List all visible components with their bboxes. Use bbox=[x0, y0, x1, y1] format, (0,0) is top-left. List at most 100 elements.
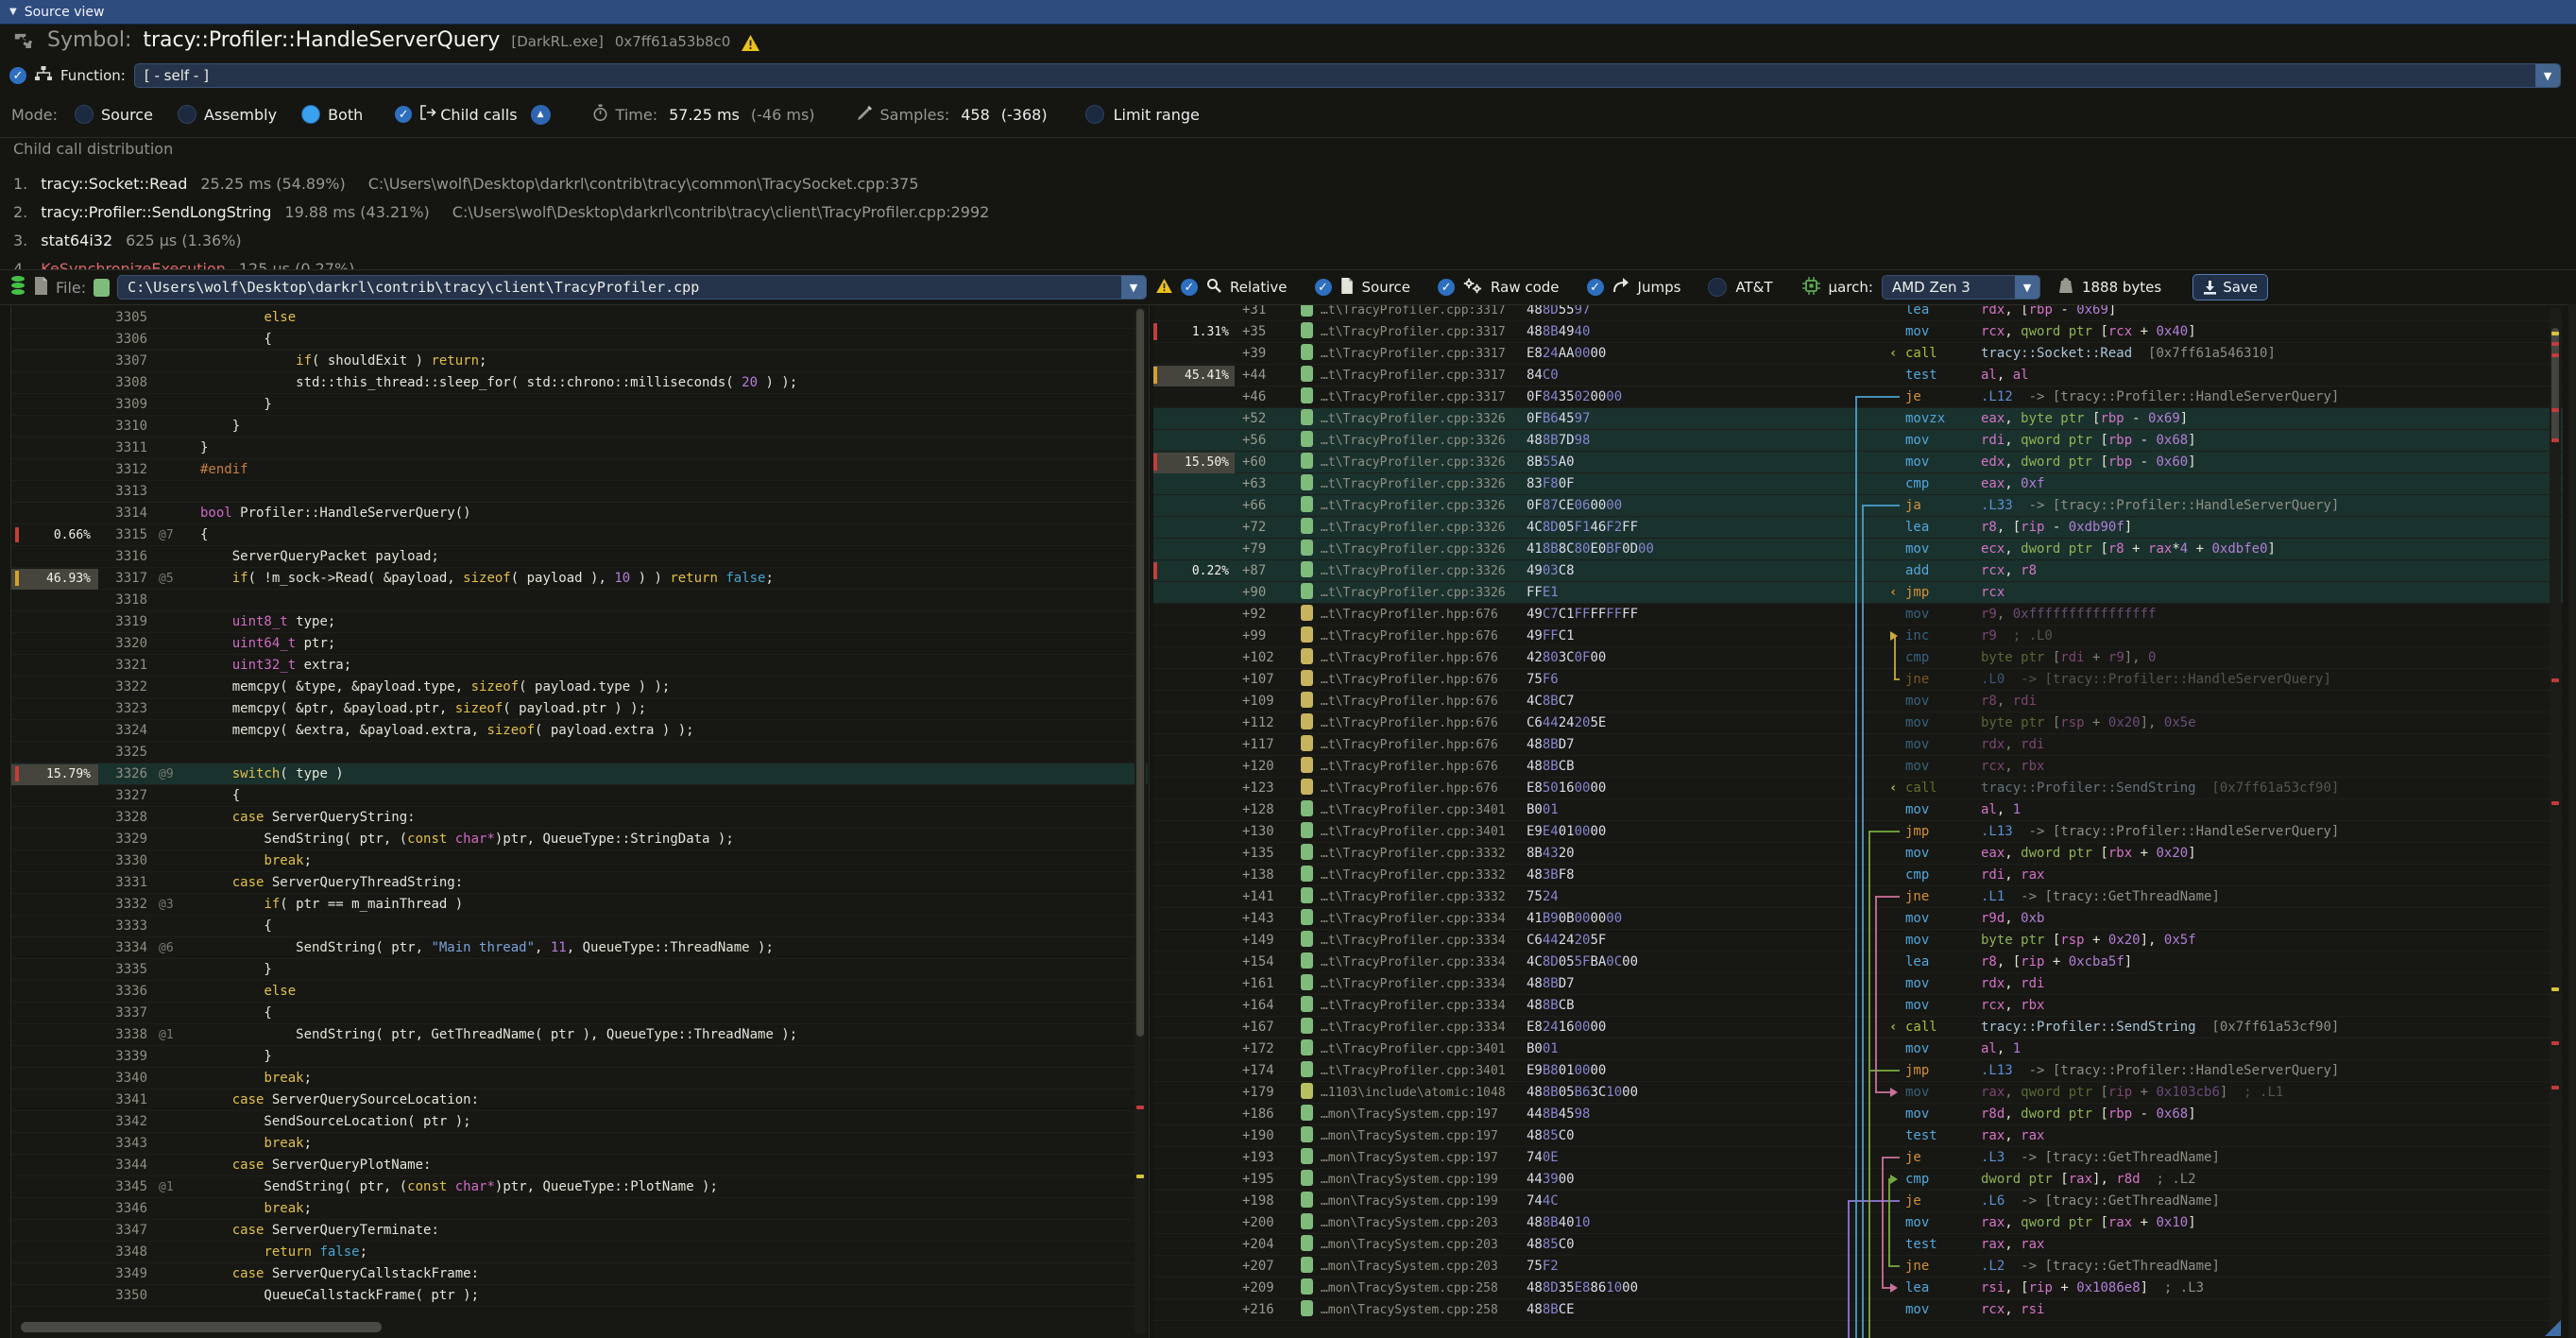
asm-instruction-row[interactable]: +190…mon\TracySystem.cpp:1974885C0testra… bbox=[1153, 1125, 2563, 1147]
radio-both[interactable] bbox=[301, 105, 320, 124]
chevron-down-icon[interactable]: ▼ bbox=[1121, 276, 1146, 299]
uarch-select[interactable]: AMD Zen 3 ▼ bbox=[1882, 275, 2040, 300]
asm-instruction-row[interactable]: +46…t\TracyProfiler.cpp:33170F8435020000… bbox=[1153, 386, 2563, 408]
source-line-row[interactable]: 3349 case ServerQueryCallstackFrame: bbox=[11, 1263, 1148, 1285]
asm-instruction-row[interactable]: +198…mon\TracySystem.cpp:199744Cje.L6 ->… bbox=[1153, 1191, 2563, 1212]
source-line-row[interactable]: 3311} bbox=[11, 437, 1148, 459]
asm-instruction-row[interactable]: +92…t\TracyProfiler.hpp:67649C7C1FFFFFFF… bbox=[1153, 604, 2563, 626]
asm-instruction-row[interactable]: 1.31%+35…t\TracyProfiler.cpp:3317488B494… bbox=[1153, 321, 2563, 343]
assembly-vertical-scrollbar[interactable] bbox=[2550, 307, 2561, 1334]
source-checkbox[interactable]: ✓ bbox=[1315, 279, 1332, 296]
source-line-row[interactable]: 3336 else bbox=[11, 981, 1148, 1003]
function-select[interactable]: [ - self - ] ▼ bbox=[134, 63, 2561, 88]
source-line-row[interactable]: 3338@1 SendString( ptr, GetThreadName( p… bbox=[11, 1024, 1148, 1046]
source-line-row[interactable]: 3330 break; bbox=[11, 850, 1148, 872]
limit-range-checkbox[interactable]: ✓ bbox=[1085, 105, 1104, 124]
source-line-row[interactable]: 3318 bbox=[11, 590, 1148, 611]
source-line-row[interactable]: 0.66%3315@7{ bbox=[11, 524, 1148, 546]
function-checkbox[interactable]: ✓ bbox=[9, 67, 26, 84]
asm-instruction-row[interactable]: +79…t\TracyProfiler.cpp:3326418B8C80E0BF… bbox=[1153, 539, 2563, 560]
asm-instruction-row[interactable]: +120…t\TracyProfiler.hpp:676488BCBmovrcx… bbox=[1153, 756, 2563, 778]
collapse-triangle-icon[interactable]: ▼ bbox=[9, 7, 17, 17]
source-line-row[interactable]: 3306 { bbox=[11, 329, 1148, 351]
source-line-row[interactable]: 3309 } bbox=[11, 394, 1148, 416]
asm-instruction-row[interactable]: 15.50%+60…t\TracyProfiler.cpp:33268B55A0… bbox=[1153, 452, 2563, 473]
asm-instruction-row[interactable]: 0.22%+87…t\TracyProfiler.cpp:33264903C8a… bbox=[1153, 560, 2563, 582]
source-line-row[interactable]: 3308 std::this_thread::sleep_for( std::c… bbox=[11, 372, 1148, 394]
att-checkbox[interactable]: ✓ bbox=[1708, 278, 1727, 297]
asm-instruction-row[interactable]: +179…1103\include\atomic:1048488B05B63C1… bbox=[1153, 1082, 2563, 1104]
source-vertical-scrollbar[interactable] bbox=[1134, 307, 1146, 1334]
asm-instruction-row[interactable]: +130…t\TracyProfiler.cpp:3401E9E4010000j… bbox=[1153, 821, 2563, 843]
source-line-row[interactable]: 3342 SendSourceLocation( ptr ); bbox=[11, 1111, 1148, 1133]
asm-instruction-row[interactable]: +56…t\TracyProfiler.cpp:3326488B7D98movr… bbox=[1153, 430, 2563, 452]
source-line-row[interactable]: 3339 } bbox=[11, 1046, 1148, 1068]
source-line-row[interactable]: 3314bool Profiler::HandleServerQuery() bbox=[11, 503, 1148, 524]
raw-code-checkbox[interactable]: ✓ bbox=[1438, 279, 1455, 296]
child-call-item[interactable]: 1.tracy::Socket::Read25.25 ms (54.89%)C:… bbox=[13, 169, 2576, 197]
source-line-row[interactable]: 3319 uint8_t type; bbox=[11, 611, 1148, 633]
source-line-row[interactable]: 3325 bbox=[11, 742, 1148, 763]
asm-instruction-row[interactable]: +172…t\TracyProfiler.cpp:3401B001moval, … bbox=[1153, 1038, 2563, 1060]
source-line-row[interactable]: 3343 break; bbox=[11, 1133, 1148, 1155]
source-line-row[interactable]: 3340 break; bbox=[11, 1068, 1148, 1089]
asm-instruction-row[interactable]: +186…mon\TracySystem.cpp:197448B4598movr… bbox=[1153, 1104, 2563, 1125]
asm-instruction-row[interactable]: +161…t\TracyProfiler.cpp:3334488BD7movrd… bbox=[1153, 973, 2563, 995]
child-call-item[interactable]: 2.tracy::Profiler::SendLongString19.88 m… bbox=[13, 197, 2576, 226]
save-button[interactable]: Save bbox=[2192, 274, 2268, 300]
asm-instruction-row[interactable]: +90…t\TracyProfiler.cpp:3326FFE1‹jmprcx bbox=[1153, 582, 2563, 604]
source-line-row[interactable]: 3310 } bbox=[11, 416, 1148, 437]
source-line-row[interactable]: 3341 case ServerQuerySourceLocation: bbox=[11, 1089, 1148, 1111]
source-line-row[interactable]: 3346 break; bbox=[11, 1198, 1148, 1220]
asm-instruction-row[interactable]: +52…t\TracyProfiler.cpp:33260FB64597movz… bbox=[1153, 408, 2563, 430]
source-line-row[interactable]: 3327 { bbox=[11, 785, 1148, 807]
radio-source[interactable] bbox=[75, 105, 94, 124]
source-line-row[interactable]: 46.93%3317@5 if( !m_sock->Read( &payload… bbox=[11, 568, 1148, 590]
source-line-row[interactable]: 3324 memcpy( &extra, &payload.extra, siz… bbox=[11, 720, 1148, 742]
source-line-row[interactable]: 3337 { bbox=[11, 1003, 1148, 1024]
source-line-row[interactable]: 3344 case ServerQueryPlotName: bbox=[11, 1155, 1148, 1176]
window-title-bar[interactable]: ▼ Source view bbox=[0, 0, 2576, 25]
asm-instruction-row[interactable]: +174…t\TracyProfiler.cpp:3401E9B8010000j… bbox=[1153, 1060, 2563, 1082]
asm-instruction-row[interactable]: +135…t\TracyProfiler.cpp:33328B4320movea… bbox=[1153, 843, 2563, 865]
asm-instruction-row[interactable]: 45.41%+44…t\TracyProfiler.cpp:331784C0te… bbox=[1153, 365, 2563, 386]
asm-instruction-row[interactable]: +204…mon\TracySystem.cpp:2034885C0testra… bbox=[1153, 1234, 2563, 1256]
source-line-row[interactable]: 3320 uint64_t ptr; bbox=[11, 633, 1148, 655]
source-line-row[interactable]: 3313 bbox=[11, 481, 1148, 503]
asm-instruction-row[interactable]: +102…t\TracyProfiler.hpp:67642803C0F00cm… bbox=[1153, 647, 2563, 669]
source-line-row[interactable]: 3312#endif bbox=[11, 459, 1148, 481]
source-line-row[interactable]: 3323 memcpy( &ptr, &payload.ptr, sizeof(… bbox=[11, 698, 1148, 720]
source-line-row[interactable]: 3329 SendString( ptr, (const char*)ptr, … bbox=[11, 829, 1148, 850]
asm-instruction-row[interactable]: +143…t\TracyProfiler.cpp:333441B90B00000… bbox=[1153, 908, 2563, 930]
radio-assembly[interactable] bbox=[178, 105, 196, 124]
asm-instruction-row[interactable]: +138…t\TracyProfiler.cpp:3332483BF8cmprd… bbox=[1153, 865, 2563, 886]
source-line-row[interactable]: 3335 } bbox=[11, 959, 1148, 981]
asm-instruction-row[interactable]: +39…t\TracyProfiler.cpp:3317E824AA0000‹c… bbox=[1153, 343, 2563, 365]
source-line-row[interactable]: 3347 case ServerQueryTerminate: bbox=[11, 1220, 1148, 1242]
source-horizontal-scrollbar[interactable] bbox=[21, 1322, 382, 1332]
asm-instruction-row[interactable]: +31…t\TracyProfiler.cpp:3317488D5597lear… bbox=[1153, 305, 2563, 321]
asm-instruction-row[interactable]: +107…t\TracyProfiler.hpp:67675F6jne.L0 -… bbox=[1153, 669, 2563, 691]
source-line-row[interactable]: 15.79%3326@9 switch( type ) bbox=[11, 763, 1148, 785]
resize-grip-icon[interactable] bbox=[2545, 1320, 2561, 1336]
source-line-row[interactable]: 3307 if( shouldExit ) return; bbox=[11, 351, 1148, 372]
asm-instruction-row[interactable]: +193…mon\TracySystem.cpp:197740Eje.L3 ->… bbox=[1153, 1147, 2563, 1169]
file-select[interactable]: C:\Users\wolf\Desktop\darkrl\contrib\tra… bbox=[117, 275, 1147, 300]
child-call-item[interactable]: 3.stat64i32625 μs (1.36%) bbox=[13, 226, 2576, 254]
source-line-row[interactable]: 3322 memcpy( &type, &payload.type, sizeo… bbox=[11, 677, 1148, 698]
source-line-row[interactable]: 3333 { bbox=[11, 916, 1148, 937]
asm-instruction-row[interactable]: +72…t\TracyProfiler.cpp:33264C8D05F146F2… bbox=[1153, 517, 2563, 539]
jumps-checkbox[interactable]: ✓ bbox=[1587, 279, 1604, 296]
collapse-up-button[interactable]: ▲ bbox=[531, 105, 551, 125]
source-line-row[interactable]: 3345@1 SendString( ptr, (const char*)ptr… bbox=[11, 1176, 1148, 1198]
relative-checkbox[interactable]: ✓ bbox=[1181, 279, 1198, 296]
asm-instruction-row[interactable]: +164…t\TracyProfiler.cpp:3334488BCBmovrc… bbox=[1153, 995, 2563, 1017]
source-line-row[interactable]: 3334@6 SendString( ptr, "Main thread", 1… bbox=[11, 937, 1148, 959]
child-calls-checkbox[interactable]: ✓ bbox=[395, 106, 412, 123]
asm-instruction-row[interactable]: +99…t\TracyProfiler.hpp:67649FFC1incr9 ;… bbox=[1153, 626, 2563, 647]
source-line-row[interactable]: 3350 QueueCallstackFrame( ptr ); bbox=[11, 1285, 1148, 1307]
asm-instruction-row[interactable]: +209…mon\TracySystem.cpp:258488D35E88610… bbox=[1153, 1278, 2563, 1299]
source-line-row[interactable]: 3321 uint32_t extra; bbox=[11, 655, 1148, 677]
asm-instruction-row[interactable]: +195…mon\TracySystem.cpp:199443900cmpdwo… bbox=[1153, 1169, 2563, 1191]
asm-instruction-row[interactable]: +149…t\TracyProfiler.cpp:3334C64424205Fm… bbox=[1153, 930, 2563, 952]
